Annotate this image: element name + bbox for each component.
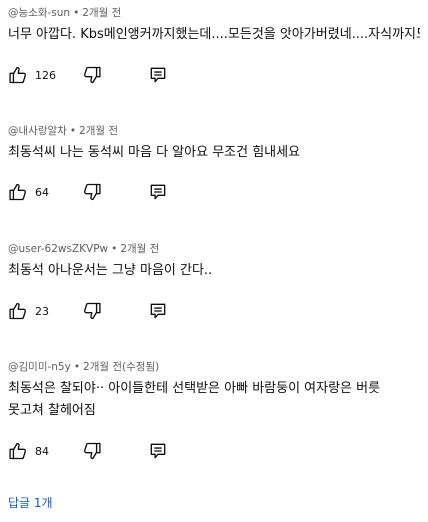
- comment-text: 최동석 아나운서는 그냥 마음이 간다..: [8, 263, 213, 278]
- reply-button[interactable]: [148, 300, 168, 322]
- comment-time[interactable]: 2개월 전: [83, 361, 122, 373]
- comment-meta: @김미미-n5y • 2개월 전(수정됨): [8, 360, 420, 374]
- comment-actions: 126: [8, 64, 166, 86]
- thumbs-up-icon: [8, 65, 28, 85]
- thumbs-up-icon: [8, 301, 28, 321]
- comment-time[interactable]: 2개월 전: [120, 243, 159, 255]
- dislike-button[interactable]: [82, 440, 102, 462]
- comment-meta: @능소화-sun • 2개월 전: [8, 6, 420, 20]
- like-count: 23: [35, 304, 49, 318]
- reply-comment-icon: [148, 65, 168, 85]
- meta-separator: •: [73, 7, 80, 19]
- meta-separator: •: [69, 125, 77, 137]
- comment-item: @능소화-sun • 2개월 전 너무 아깝다. Kbs메인앵커까지했는데....모…: [8, 6, 420, 84]
- like-count: 84: [35, 444, 49, 458]
- comment-author[interactable]: @김미미-n5y: [8, 361, 71, 373]
- dislike-button[interactable]: [82, 300, 102, 322]
- comment-time[interactable]: 2개월 전: [82, 7, 121, 19]
- comment-item: @김미미-n5y • 2개월 전(수정됨) 최동석은 찰되야·· 아이들한테 선택받…: [8, 360, 420, 460]
- meta-separator: •: [73, 361, 81, 373]
- thumbs-down-icon: [82, 441, 102, 461]
- thumbs-up-icon: [8, 182, 28, 202]
- comment-actions: 84: [8, 440, 166, 462]
- comment-author[interactable]: @능소화-sun: [8, 7, 70, 19]
- comment-meta: @user-62wsZKVPw • 2개월 전: [8, 242, 420, 256]
- reply-comment-icon: [148, 182, 168, 202]
- reply-button[interactable]: [148, 181, 168, 203]
- dislike-button[interactable]: [82, 181, 102, 203]
- comment-author[interactable]: @내사랑알차: [8, 125, 67, 137]
- like-button[interactable]: 23: [8, 301, 49, 321]
- comment-actions: 23: [8, 300, 166, 322]
- comment-meta: @내사랑알차 • 2개월 전: [8, 124, 420, 138]
- view-replies-link[interactable]: 답글 1개: [8, 494, 53, 511]
- comment-text: 너무 아깝다. Kbs메인앵커까지했는데....모든것을 앗아가버렸네....자…: [8, 27, 420, 42]
- comment-actions: 64: [8, 181, 166, 203]
- like-count: 64: [35, 185, 49, 199]
- meta-separator: •: [111, 243, 118, 255]
- dislike-button[interactable]: [82, 64, 102, 86]
- like-button[interactable]: 64: [8, 182, 49, 202]
- comment-item: @user-62wsZKVPw • 2개월 전 최동석 아나운서는 그냥 마음이 간…: [8, 242, 420, 320]
- reply-comment-icon: [148, 441, 168, 461]
- like-button[interactable]: 84: [8, 441, 49, 461]
- edited-label: (수정됨): [122, 361, 160, 373]
- thumbs-down-icon: [82, 65, 102, 85]
- comment-time[interactable]: 2개월 전: [79, 125, 118, 137]
- thumbs-up-icon: [8, 441, 28, 461]
- comment-text: 최동석은 찰되야·· 아이들한테 선택받은 아빠 바람둥이 여자랑은 버릇 못고…: [8, 381, 381, 418]
- comment-item: @내사랑알차 • 2개월 전 최동석씨 나는 동석씨 마음 다 알아요 무조건 힘내…: [8, 124, 420, 201]
- comment-text: 최동석씨 나는 동석씨 마음 다 알아요 무조건 힘내세요: [8, 145, 301, 160]
- like-button[interactable]: 126: [8, 65, 56, 85]
- thumbs-down-icon: [82, 182, 102, 202]
- reply-button[interactable]: [148, 64, 168, 86]
- reply-comment-icon: [148, 301, 168, 321]
- like-count: 126: [35, 68, 56, 82]
- thumbs-down-icon: [82, 301, 102, 321]
- comment-author[interactable]: @user-62wsZKVPw: [8, 243, 108, 255]
- reply-button[interactable]: [148, 440, 168, 462]
